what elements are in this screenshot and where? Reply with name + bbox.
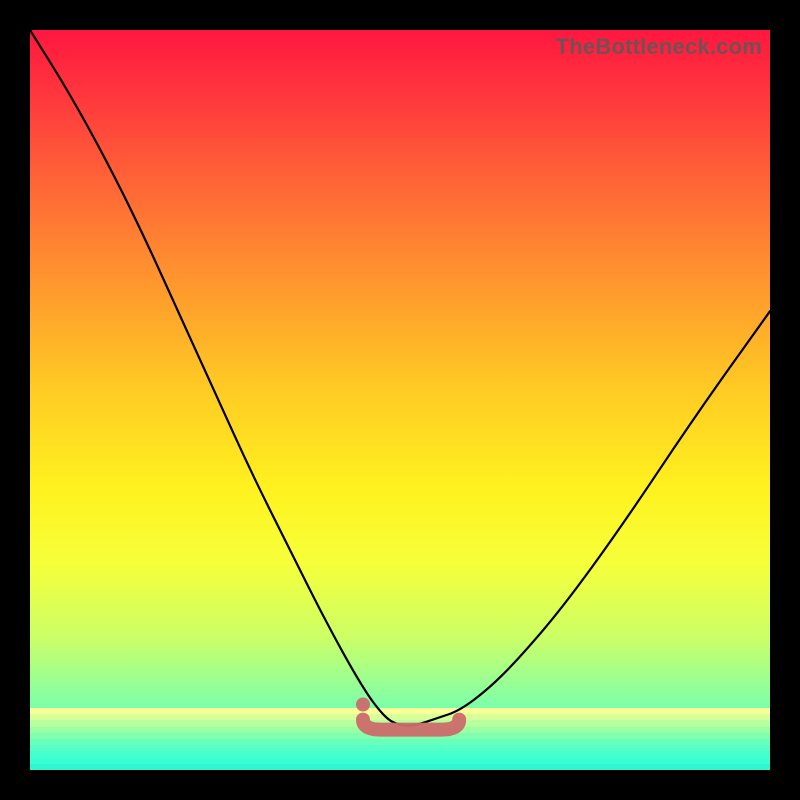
bottleneck-curve <box>30 30 770 726</box>
watermark-text: TheBottleneck.com <box>556 34 762 60</box>
plot-frame: TheBottleneck.com <box>30 30 770 770</box>
trough-start-dot <box>356 698 370 712</box>
trough-highlight <box>363 720 459 730</box>
curve-svg <box>30 30 770 770</box>
